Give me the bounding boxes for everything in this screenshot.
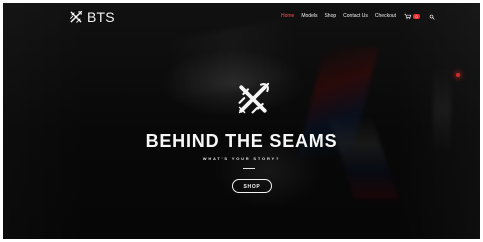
nav-contact-us[interactable]: Contact Us — [343, 14, 368, 19]
cart-count-badge: 0 — [413, 14, 421, 19]
nav-checkout[interactable]: Checkout — [375, 14, 396, 19]
hero-content: BEHIND THE SEAMS WHAT'S YOUR STORY? SHOP — [3, 3, 480, 239]
brand-name: BTS — [87, 9, 115, 25]
hero-subtitle: WHAT'S YOUR STORY? — [202, 156, 281, 161]
cart-icon — [404, 13, 412, 20]
shop-button[interactable]: SHOP — [232, 179, 272, 193]
landing-page: BTS Home Models Shop Contact Us Checkout… — [0, 0, 483, 242]
nav-models[interactable]: Models — [301, 14, 317, 19]
top-navigation: BTS Home Models Shop Contact Us Checkout… — [3, 3, 480, 27]
title-divider — [243, 168, 255, 169]
hero-title: BEHIND THE SEAMS — [145, 131, 338, 151]
nav-home[interactable]: Home — [281, 14, 294, 19]
needle-thread-badge-icon — [238, 82, 270, 114]
main-nav: Home Models Shop Contact Us Checkout 0 — [281, 13, 435, 20]
search-icon[interactable] — [429, 14, 435, 20]
nav-shop[interactable]: Shop — [324, 14, 336, 19]
brand-logo[interactable]: BTS — [68, 9, 115, 25]
needle-thread-badge-icon — [70, 10, 83, 23]
cart-button[interactable]: 0 — [404, 13, 421, 20]
